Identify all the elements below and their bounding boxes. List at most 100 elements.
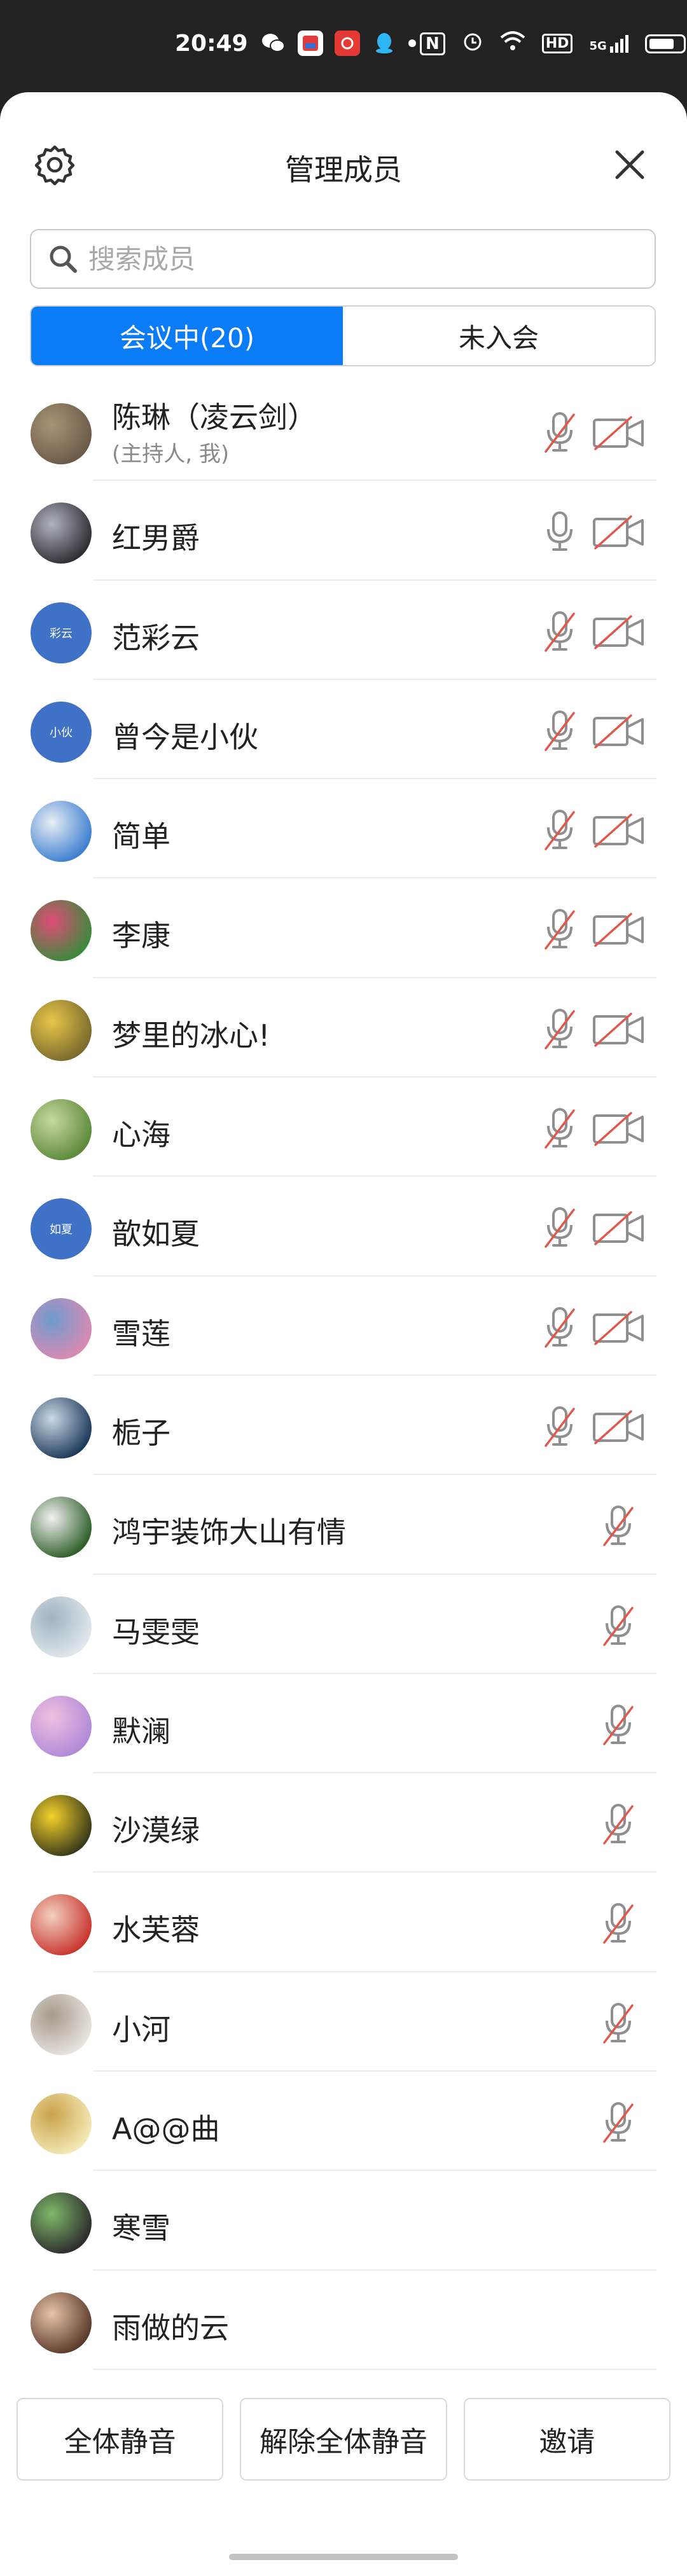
member-row[interactable]: 雨做的云 xyxy=(0,2271,687,2371)
member-name: 歆如夏 xyxy=(112,1217,200,1252)
mic-muted-icon[interactable] xyxy=(598,2000,639,2046)
qq-icon xyxy=(371,31,397,56)
avatar xyxy=(31,1497,92,1558)
member-row[interactable]: 栀子 xyxy=(0,1376,687,1476)
mic-muted-icon[interactable] xyxy=(539,1006,580,1052)
member-name: 红男爵 xyxy=(112,521,200,556)
member-row[interactable]: 彩云 范彩云 xyxy=(0,581,687,681)
news-app-icon xyxy=(298,31,323,56)
camera-off-icon[interactable] xyxy=(592,415,645,452)
battery-icon xyxy=(644,34,686,53)
search-icon xyxy=(50,246,77,273)
member-row[interactable]: 寒雪 xyxy=(0,2171,687,2271)
member-name: 梦里的冰心! xyxy=(112,1018,270,1053)
mic-muted-icon[interactable] xyxy=(539,708,580,754)
member-name: A@@曲 xyxy=(112,2112,220,2147)
mic-muted-icon[interactable] xyxy=(539,1404,580,1450)
camera-off-icon[interactable] xyxy=(592,1210,645,1247)
search-input[interactable] xyxy=(88,243,597,275)
member-name: 简单 xyxy=(112,819,170,854)
camera-off-icon[interactable] xyxy=(592,713,645,750)
avatar xyxy=(31,900,92,962)
avatar xyxy=(31,801,92,862)
avatar xyxy=(31,502,92,564)
mic-muted-icon[interactable] xyxy=(539,609,580,654)
page-title: 管理成员 xyxy=(285,153,402,187)
status-app-icons xyxy=(261,31,416,56)
member-row[interactable]: 鸿宇装饰大山有情 xyxy=(0,1475,687,1575)
wechat-icon xyxy=(261,31,286,56)
member-name: 沙漠绿 xyxy=(112,1813,200,1848)
nfc-icon: N xyxy=(420,32,445,55)
mic-muted-icon[interactable] xyxy=(539,1105,580,1151)
member-row[interactable]: 沙漠绿 xyxy=(0,1773,687,1873)
mic-muted-icon[interactable] xyxy=(598,1503,639,1549)
avatar xyxy=(31,999,92,1061)
member-row[interactable]: 简单 xyxy=(0,779,687,879)
member-name: 栀子 xyxy=(112,1415,170,1450)
avatar: 彩云 xyxy=(31,602,92,663)
mic-muted-icon[interactable] xyxy=(598,1702,639,1748)
mic-muted-icon[interactable] xyxy=(539,906,580,952)
member-row[interactable]: 默澜 xyxy=(0,1674,687,1774)
avatar xyxy=(31,1298,92,1359)
mic-muted-icon[interactable] xyxy=(539,410,580,455)
member-row[interactable]: 红男爵 xyxy=(0,481,687,581)
mic-muted-icon[interactable] xyxy=(598,2100,639,2145)
member-name: 小河 xyxy=(112,2012,170,2047)
member-row[interactable]: 心海 xyxy=(0,1077,687,1177)
camera-off-icon[interactable] xyxy=(592,1310,645,1347)
camera-off-icon[interactable] xyxy=(592,911,645,948)
camera-off-icon[interactable] xyxy=(592,1011,645,1048)
mic-icon[interactable] xyxy=(539,509,580,555)
tab-not-joined[interactable]: 未入会 xyxy=(343,307,655,365)
status-indicators: N HD 5G xyxy=(420,31,686,57)
member-row[interactable]: 如夏 歆如夏 xyxy=(0,1177,687,1277)
member-name: 雪莲 xyxy=(112,1316,170,1351)
member-row[interactable]: 陈琳（凌云剑） (主持人, 我) xyxy=(0,382,687,481)
home-indicator[interactable] xyxy=(229,2554,458,2560)
avatar xyxy=(31,1795,92,1857)
member-row[interactable]: 小伙 曾今是小伙 xyxy=(0,680,687,780)
member-row[interactable]: 李康 xyxy=(0,878,687,979)
alarm-icon xyxy=(462,31,483,57)
member-row[interactable]: 小河 xyxy=(0,1972,687,2072)
avatar xyxy=(31,1397,92,1458)
camera-off-icon[interactable] xyxy=(592,1409,645,1446)
status-bar: 20:49 N HD 5G xyxy=(0,0,687,92)
member-name: 马雯雯 xyxy=(112,1614,200,1649)
mic-muted-icon[interactable] xyxy=(539,807,580,853)
unmute-all-button[interactable]: 解除全体静音 xyxy=(240,2398,447,2481)
mic-muted-icon[interactable] xyxy=(539,1305,580,1350)
sheet-header: 管理成员 xyxy=(0,92,687,235)
avatar xyxy=(31,1993,92,2055)
mic-muted-icon[interactable] xyxy=(598,1801,639,1847)
footer-actions: 全体静音 解除全体静音 邀请 xyxy=(0,2398,687,2487)
member-row[interactable]: A@@曲 xyxy=(0,2072,687,2171)
member-row[interactable]: 雪莲 xyxy=(0,1277,687,1376)
member-row[interactable]: 马雯雯 xyxy=(0,1575,687,1675)
camera-off-icon[interactable] xyxy=(592,1111,645,1147)
signal-icon: 5G xyxy=(589,34,628,53)
member-name: 雨做的云 xyxy=(112,2310,229,2345)
member-name: 曾今是小伙 xyxy=(112,719,258,754)
mic-muted-icon[interactable] xyxy=(598,1901,639,1946)
member-row[interactable]: 梦里的冰心! xyxy=(0,978,687,1078)
avatar xyxy=(31,2292,92,2353)
tab-in-meeting[interactable]: 会议中(20) xyxy=(31,307,343,365)
mic-muted-icon[interactable] xyxy=(539,1205,580,1250)
member-name: 水芙蓉 xyxy=(112,1913,200,1948)
mute-all-button[interactable]: 全体静音 xyxy=(17,2398,224,2481)
camera-off-icon[interactable] xyxy=(592,514,645,551)
member-role: (主持人, 我) xyxy=(112,441,230,467)
mic-muted-icon[interactable] xyxy=(598,1603,639,1649)
music-app-icon xyxy=(335,31,360,56)
invite-button[interactable]: 邀请 xyxy=(463,2398,670,2481)
member-name: 李康 xyxy=(112,918,170,953)
close-icon[interactable] xyxy=(612,147,648,183)
camera-off-icon[interactable] xyxy=(592,812,645,849)
avatar xyxy=(31,1596,92,1658)
search-box[interactable] xyxy=(30,229,656,289)
member-row[interactable]: 水芙蓉 xyxy=(0,1873,687,1973)
camera-off-icon[interactable] xyxy=(592,614,645,651)
